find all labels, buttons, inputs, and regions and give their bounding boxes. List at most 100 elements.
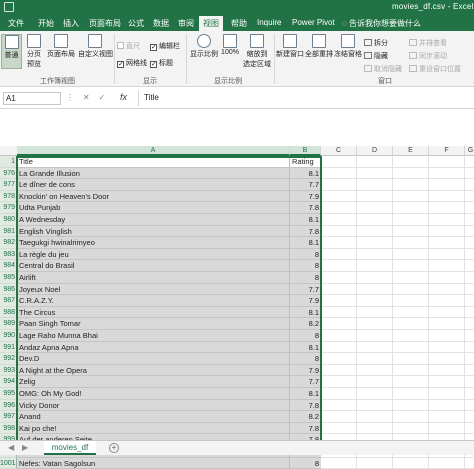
more-icon[interactable]: ⋮ [66,93,74,102]
column-header-d[interactable]: D [357,146,393,156]
cell-rating[interactable]: 8 [290,248,321,261]
cell-d[interactable] [357,248,393,261]
cell-e[interactable] [393,214,429,226]
cell-rating[interactable]: 8 [290,353,321,365]
cell-title[interactable]: Zelig [17,376,290,388]
cell-rating[interactable]: 7.8 [290,225,321,238]
next-sheet-icon[interactable]: ▶ [22,443,28,452]
row-header[interactable]: 1001 [0,457,17,469]
cell-d[interactable] [357,411,393,423]
cell-f[interactable] [429,248,465,261]
column-header-b[interactable]: B [290,146,321,156]
cell-c[interactable] [321,330,357,342]
cell-g[interactable] [465,388,474,400]
tab-help[interactable]: 帮助 [231,18,247,29]
cell-title[interactable]: Central do Brasil [17,260,290,272]
cell-e[interactable] [393,318,429,330]
cell-f[interactable] [429,190,465,203]
tab-formulas[interactable]: 公式 [128,18,144,29]
row-header[interactable]: 998 [0,422,17,435]
cell-g[interactable] [465,400,474,412]
hide-button[interactable]: 隐藏 [364,51,388,61]
cell-g[interactable] [465,365,474,377]
row-header[interactable]: 995 [0,388,17,400]
cell-c[interactable] [321,411,357,423]
sheet-tab-movies-df[interactable]: movies_df [44,441,96,455]
cell-b[interactable]: Rating [290,156,321,168]
unhide-button[interactable]: 取消隐藏 [364,64,402,74]
cell-g[interactable] [465,376,474,388]
ruler-checkbox[interactable]: 直尺 [117,41,140,51]
cell-e[interactable] [393,202,429,214]
cell-g[interactable] [465,202,474,214]
row-header[interactable]: 991 [0,341,17,354]
cell-c[interactable] [321,341,357,354]
cell-d[interactable] [357,318,393,330]
cell-rating[interactable]: 8.1 [290,167,321,180]
cell-title[interactable]: Kai po che! [17,422,290,435]
cell-g[interactable] [465,411,474,423]
cell-e[interactable] [393,272,429,284]
row-header[interactable]: 981 [0,225,17,238]
cell-c[interactable] [321,306,357,319]
cell-e[interactable] [393,225,429,238]
tab-view[interactable]: 视图 [199,16,223,31]
cell-f[interactable] [429,341,465,354]
formula-bar-checkbox[interactable]: ✓ 编辑栏 [150,41,180,51]
cell-d[interactable] [357,272,393,284]
cell-g[interactable] [465,156,474,168]
cell-c[interactable] [321,167,357,180]
cell-e[interactable] [393,237,429,249]
tab-insert[interactable]: 插入 [63,18,79,29]
cell-f[interactable] [429,376,465,388]
cell-c[interactable] [321,353,357,365]
cell-f[interactable] [429,306,465,319]
cell-c[interactable] [321,190,357,203]
cell-f[interactable] [429,272,465,284]
cell-f[interactable] [429,422,465,435]
row-header[interactable]: 992 [0,353,17,365]
cell-f[interactable] [429,330,465,342]
cell-c[interactable] [321,457,357,469]
cell-e[interactable] [393,388,429,400]
cell-d[interactable] [357,376,393,388]
normal-view-button[interactable]: 普通 [1,34,22,69]
cell-g[interactable] [465,168,474,180]
cell-f[interactable] [429,364,465,377]
tell-me-box[interactable]: ◌ 告诉我你想要做什么 [342,18,421,29]
cell-g[interactable] [465,423,474,435]
cell-d[interactable] [357,306,393,319]
row-header[interactable]: 990 [0,330,17,342]
cell-e[interactable] [393,353,429,365]
cell-d[interactable] [357,364,393,377]
cell-c[interactable] [321,202,357,214]
cell-title[interactable]: Dev.D [17,353,290,365]
cell-title[interactable]: Nefes: Vatan Sagolsun [17,457,290,469]
cell-g[interactable] [465,226,474,238]
cell-d[interactable] [357,353,393,365]
cell-d[interactable] [357,283,393,296]
freeze-panes-button[interactable]: 冻结窗格 [334,34,362,59]
cell-g[interactable] [465,295,474,307]
cell-f[interactable] [429,457,465,469]
view-side-by-side-button[interactable]: 并排查看 [409,38,447,48]
row-header[interactable]: 983 [0,248,17,261]
row-header[interactable]: 997 [0,411,17,423]
tab-inquire[interactable]: Inquire [257,18,281,27]
cell-title[interactable]: La règle du jeu [17,248,290,261]
cell-title[interactable]: English Vinglish [17,225,290,238]
cell-d[interactable] [357,295,393,307]
cell-f[interactable] [429,260,465,272]
cell-c[interactable] [321,156,357,168]
cell-f[interactable] [429,318,465,330]
cell-g[interactable] [465,260,474,272]
cell-d[interactable] [357,167,393,180]
cell-title[interactable]: Paan Singh Tomar [17,318,290,330]
column-header-g[interactable]: G [465,146,474,156]
cell-e[interactable] [393,330,429,342]
row-header[interactable]: 987 [0,295,17,307]
cell-d[interactable] [357,388,393,400]
row-header[interactable]: 977 [0,179,17,191]
row-header[interactable]: 976 [0,167,17,180]
cell-rating[interactable]: 7.8 [290,202,321,214]
